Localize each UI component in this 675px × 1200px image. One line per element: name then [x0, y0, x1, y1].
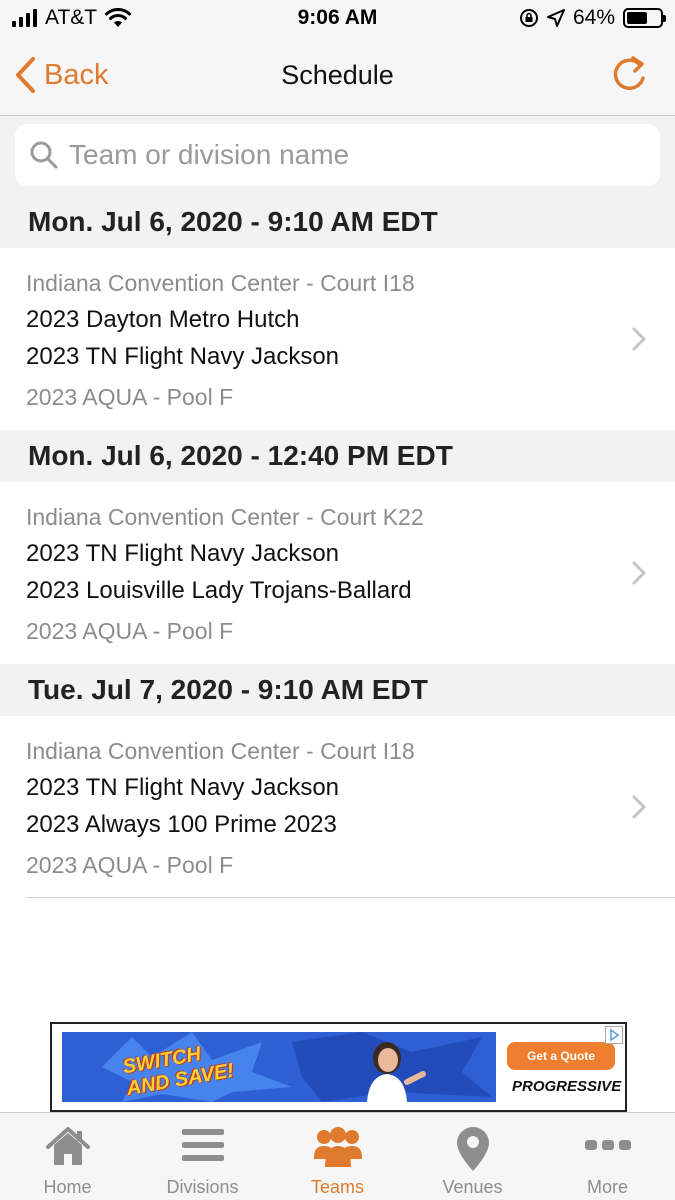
ad-choices-icon[interactable]	[605, 1026, 623, 1044]
chevron-right-icon	[632, 561, 646, 585]
location-arrow-icon	[546, 9, 565, 27]
game-row[interactable]: Indiana Convention Center - Court K22 20…	[0, 482, 675, 664]
game-team-1: 2023 TN Flight Navy Jackson	[26, 540, 340, 567]
game-team-2: 2023 TN Flight Navy Jackson	[26, 343, 340, 370]
battery-icon	[623, 8, 666, 28]
section-header: Mon. Jul 6, 2020 - 9:10 AM EDT	[0, 196, 675, 248]
list-icon	[181, 1129, 224, 1161]
game-team-1: 2023 TN Flight Navy Jackson	[26, 774, 340, 801]
tab-home[interactable]: Home	[0, 1113, 135, 1200]
battery-percent: 64%	[572, 6, 615, 29]
page-title: Schedule	[281, 60, 394, 90]
game-venue: Indiana Convention Center - Court K22	[26, 504, 424, 530]
search-box[interactable]	[15, 124, 660, 186]
tab-label: Venues	[442, 1177, 503, 1197]
search-icon	[30, 141, 58, 169]
chevron-right-icon	[632, 795, 646, 819]
game-team-2: 2023 Louisville Lady Trojans-Ballard	[26, 577, 412, 604]
navigation-bar: Back Schedule	[0, 38, 675, 116]
map-pin-icon	[456, 1127, 489, 1171]
ad-artwork: SWITCH AND SAVE!	[62, 1032, 496, 1102]
more-dots-icon	[584, 1140, 631, 1150]
people-icon	[313, 1127, 362, 1167]
tab-label: Divisions	[166, 1177, 239, 1197]
ad-banner[interactable]: SWITCH AND SAVE! Get a Quote PROGRESSIVE	[50, 1022, 627, 1112]
game-team-2: 2023 Always 100 Prime 2023	[26, 811, 337, 838]
refresh-icon[interactable]	[609, 54, 649, 96]
ad-brand-logo: PROGRESSIVE	[512, 1078, 622, 1095]
tab-label: Home	[43, 1177, 92, 1197]
game-row[interactable]: Indiana Convention Center - Court I18 20…	[0, 248, 675, 430]
ad-person-image	[367, 1042, 426, 1102]
rotation-lock-icon	[519, 9, 538, 27]
tab-more[interactable]: More	[540, 1113, 675, 1200]
game-team-1: 2023 Dayton Metro Hutch	[26, 306, 300, 333]
tab-bar: Home Divisions Teams Venues More	[0, 1112, 675, 1200]
game-row[interactable]: Indiana Convention Center - Court I18 20…	[26, 716, 675, 898]
ad-cta-button[interactable]: Get a Quote	[507, 1042, 615, 1070]
tab-label: More	[586, 1177, 628, 1197]
tab-teams[interactable]: Teams	[270, 1113, 405, 1200]
tab-venues[interactable]: Venues	[405, 1113, 540, 1200]
search-area	[0, 116, 675, 196]
tab-divisions[interactable]: Divisions	[135, 1113, 270, 1200]
game-venue: Indiana Convention Center - Court I18	[26, 738, 415, 764]
game-pool: 2023 AQUA - Pool F	[26, 384, 234, 410]
home-icon	[45, 1127, 90, 1165]
section-header: Mon. Jul 6, 2020 - 12:40 PM EDT	[0, 430, 675, 482]
chevron-right-icon	[632, 327, 646, 351]
tab-label: Teams	[310, 1177, 364, 1197]
section-header: Tue. Jul 7, 2020 - 9:10 AM EDT	[0, 664, 675, 716]
search-input[interactable]	[69, 134, 649, 176]
game-venue: Indiana Convention Center - Court I18	[26, 270, 415, 296]
status-bar: AT&T 9:06 AM 64%	[0, 0, 675, 38]
game-pool: 2023 AQUA - Pool F	[26, 852, 234, 878]
game-pool: 2023 AQUA - Pool F	[26, 618, 234, 644]
schedule-list: Mon. Jul 6, 2020 - 9:10 AM EDT Indiana C…	[0, 196, 675, 898]
